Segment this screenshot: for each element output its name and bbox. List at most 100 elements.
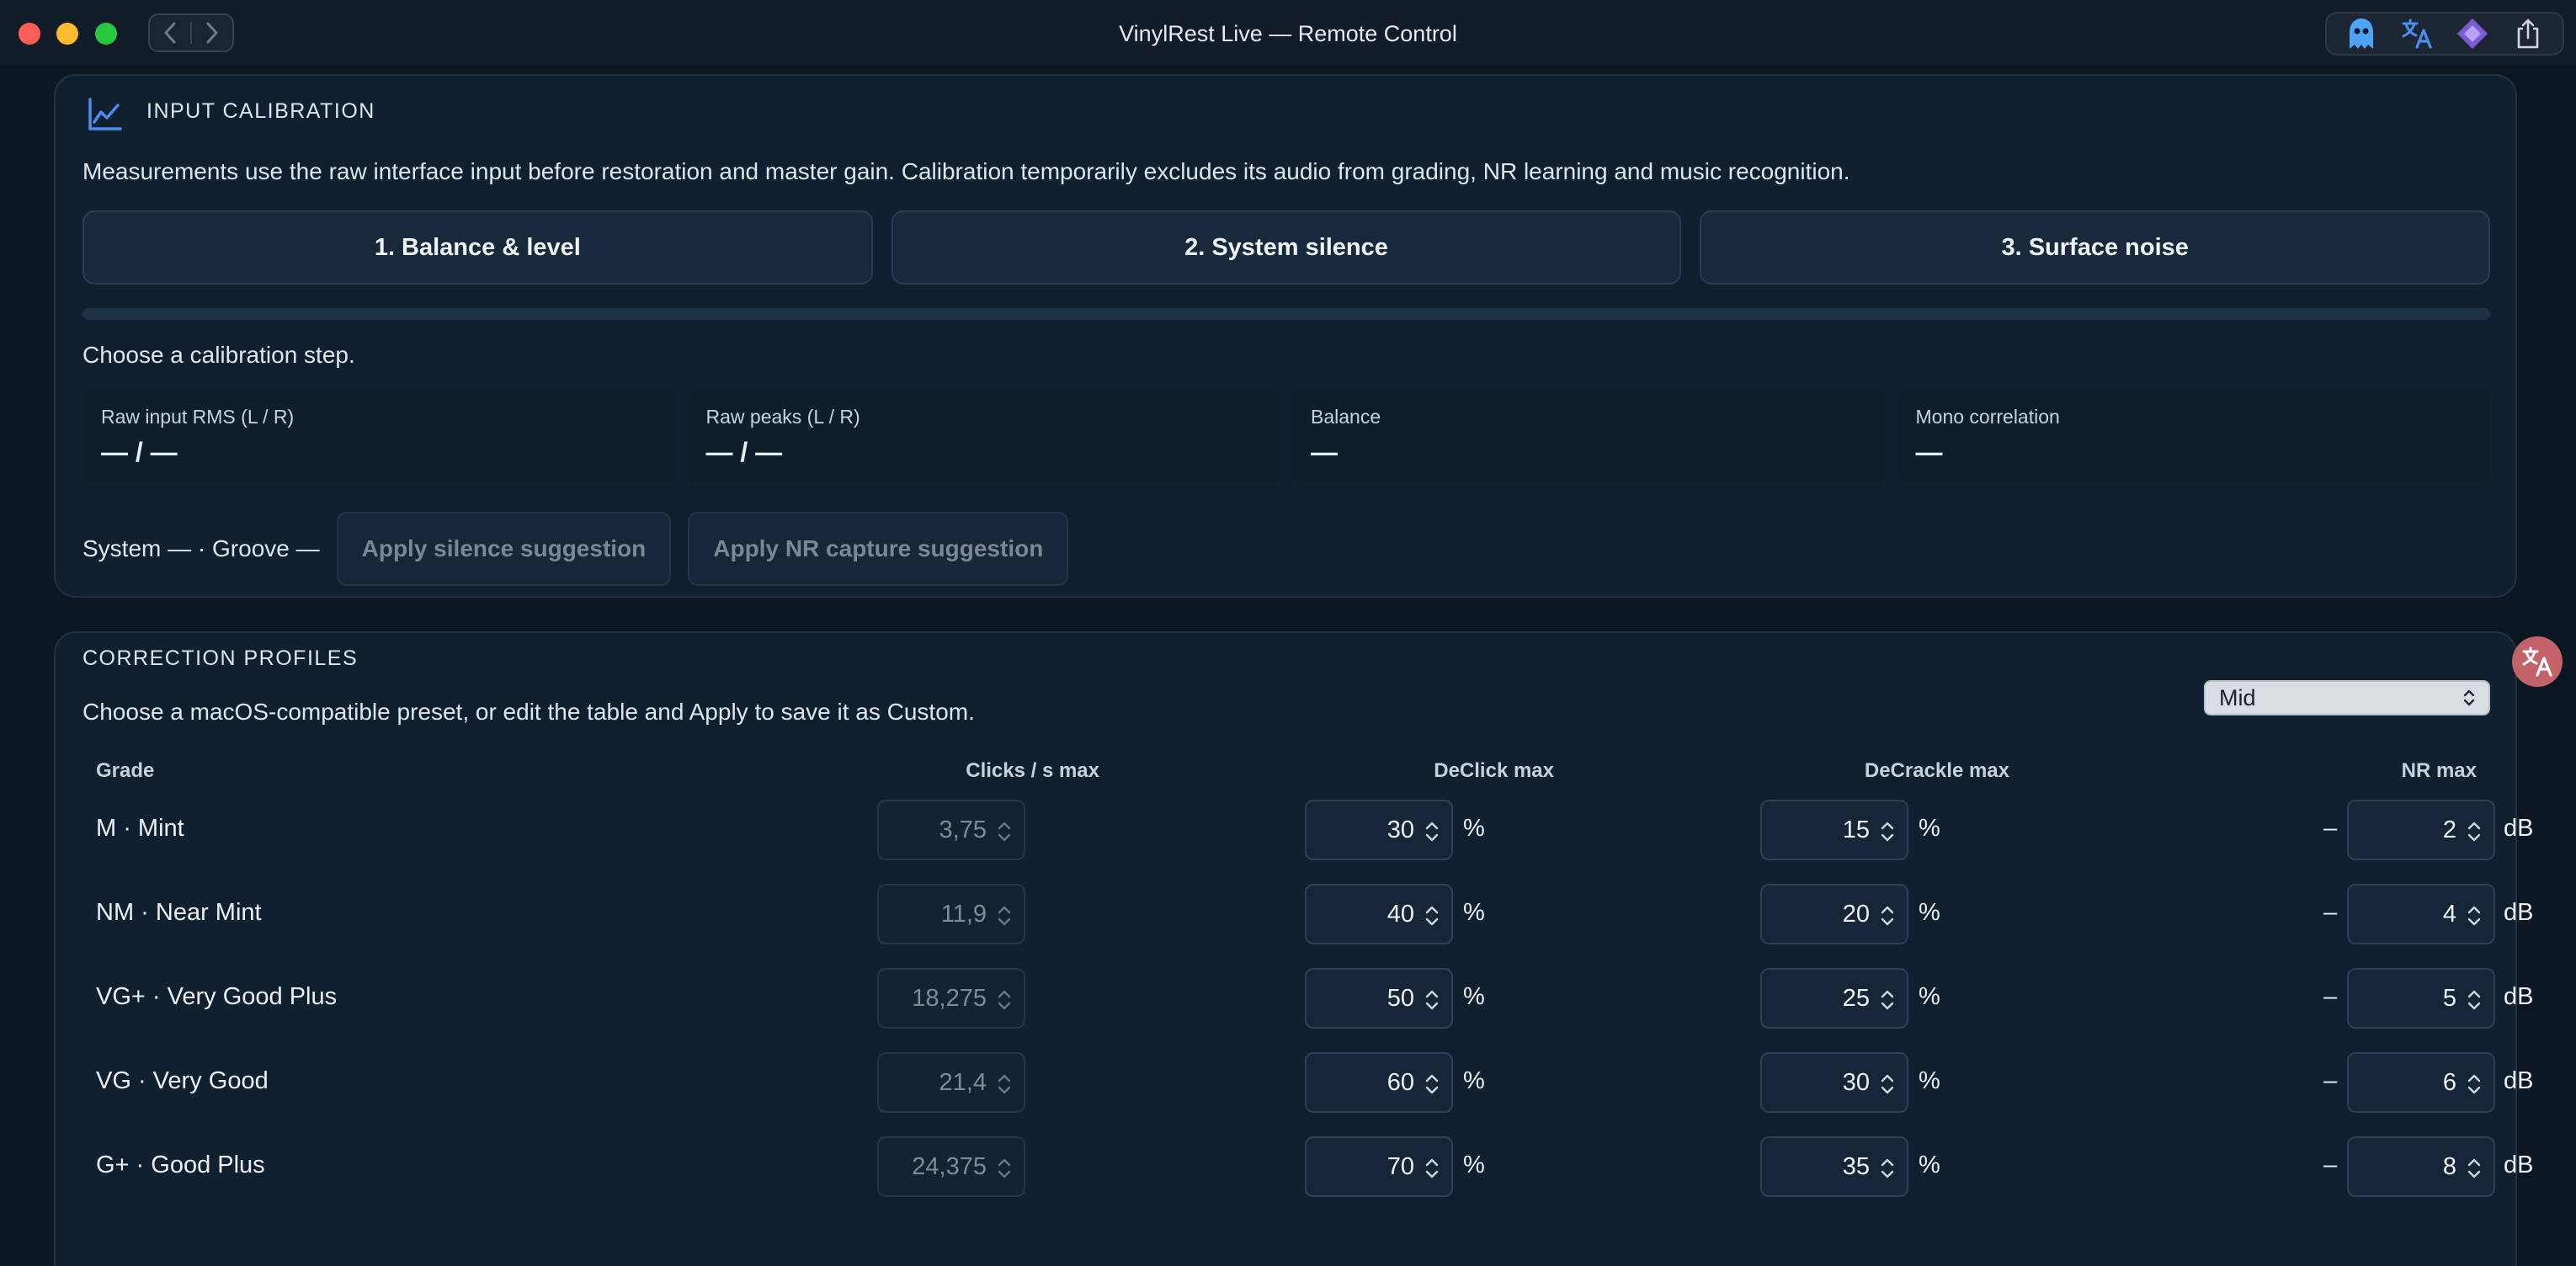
corrections-title: CORRECTION PROFILES [82, 646, 359, 670]
step-balance-level-button[interactable]: 1. Balance & level [82, 210, 873, 285]
declick-max-value: 40 [1386, 900, 1414, 928]
step-system-silence-button[interactable]: 2. System silence [891, 210, 1682, 285]
grade-label: M · Mint [96, 815, 184, 842]
meter-raw-rms: Raw input RMS (L / R) — / — [82, 389, 676, 483]
clicks-max-value: 11,9 [940, 900, 987, 928]
header-nr: NR max [2401, 759, 2477, 782]
ghost-extension-button[interactable] [2343, 15, 2380, 52]
header-grade: Grade [96, 759, 155, 782]
step-surface-noise-button[interactable]: 3. Surface noise [1700, 210, 2491, 285]
table-row: M · Mint 3,75 30 % 15 % – 2 dB [82, 800, 2533, 860]
clicks-max-stepper[interactable]: 24,375 [877, 1136, 1025, 1197]
declick-max-stepper[interactable]: 30 [1305, 800, 1453, 860]
db-unit: dB [2504, 1152, 2534, 1178]
decrackle-max-stepper[interactable]: 30 [1760, 1052, 1908, 1113]
percent-unit: % [1463, 815, 1485, 842]
nr-max-stepper[interactable]: 5 [2347, 968, 2495, 1029]
chevron-updown-icon [1881, 1158, 1894, 1178]
suggestion-row: System — · Groove — Apply silence sugges… [82, 512, 1069, 586]
declick-max-value: 50 [1386, 984, 1414, 1012]
chevron-updown-icon [2467, 906, 2481, 926]
translate-icon [2522, 646, 2552, 677]
header-decrackle: DeCrackle max [1864, 759, 2009, 782]
declick-max-stepper[interactable]: 70 [1305, 1136, 1453, 1197]
apply-nr-capture-suggestion-button[interactable]: Apply NR capture suggestion [688, 512, 1069, 586]
percent-unit: % [1919, 983, 1940, 1010]
decrackle-max-stepper[interactable]: 35 [1760, 1136, 1908, 1197]
nr-max-value: 5 [2442, 984, 2456, 1012]
db-unit: dB [2504, 983, 2534, 1010]
decrackle-max-stepper[interactable]: 20 [1760, 884, 1908, 944]
nr-max-value: 6 [2442, 1068, 2456, 1096]
nr-max-stepper[interactable]: 2 [2347, 800, 2495, 860]
header-clicks: Clicks / s max [966, 759, 1099, 782]
grade-label: VG+ · Very Good Plus [96, 983, 338, 1010]
db-unit: dB [2504, 899, 2534, 926]
nr-max-value: 8 [2442, 1152, 2456, 1180]
meter-balance: Balance — [1292, 389, 1886, 483]
chevron-updown-icon [998, 990, 1011, 1010]
chevron-updown-icon [2467, 822, 2481, 842]
header-declick: DeClick max [1434, 759, 1554, 782]
chevron-updown-icon [1881, 822, 1894, 842]
meter-label: Raw input RMS (L / R) [101, 406, 295, 428]
calibration-steps: 1. Balance & level 2. System silence 3. … [82, 210, 2491, 285]
percent-unit: % [1919, 815, 1940, 842]
preset-select[interactable]: Mid [2204, 680, 2490, 715]
share-button[interactable] [2509, 15, 2547, 52]
declick-max-value: 60 [1386, 1068, 1414, 1096]
meter-value: — [1915, 437, 1943, 467]
decrackle-max-value: 20 [1842, 900, 1870, 928]
percent-unit: % [1919, 1067, 1940, 1094]
chevron-updown-icon [1425, 1158, 1439, 1178]
minus-sign: – [2323, 983, 2338, 1010]
clicks-max-value: 3,75 [939, 816, 987, 843]
chevron-updown-icon [998, 1074, 1011, 1094]
meter-raw-peaks: Raw peaks (L / R) — / — [687, 389, 1280, 483]
declick-max-stepper[interactable]: 50 [1305, 968, 1453, 1029]
chevron-updown-icon [1881, 906, 1894, 926]
decrackle-max-stepper[interactable]: 15 [1760, 800, 1908, 860]
nr-max-stepper[interactable]: 8 [2347, 1136, 2495, 1197]
floating-translate-button[interactable] [2512, 636, 2563, 687]
minus-sign: – [2323, 1152, 2338, 1178]
input-calibration-panel: INPUT CALIBRATION Measurements use the r… [54, 74, 2517, 598]
translate-extension-button[interactable] [2398, 15, 2435, 52]
clicks-max-stepper[interactable]: 18,275 [877, 968, 1025, 1029]
grade-label: VG · Very Good [96, 1067, 269, 1094]
meter-value: — / — [101, 437, 178, 467]
clicks-max-stepper[interactable]: 21,4 [877, 1052, 1025, 1113]
nr-max-stepper[interactable]: 6 [2347, 1052, 2495, 1113]
clicks-max-stepper[interactable]: 3,75 [877, 800, 1025, 860]
ghost-extension-icon [2350, 19, 2373, 49]
percent-unit: % [1463, 899, 1485, 926]
chevron-updown-icon [998, 906, 1011, 926]
decrackle-max-stepper[interactable]: 25 [1760, 968, 1908, 1029]
meter-mono-correlation: Mono correlation — [1897, 389, 2490, 483]
declick-max-stepper[interactable]: 40 [1305, 884, 1453, 944]
translate-icon [2402, 19, 2432, 49]
corrections-description: Choose a macOS-compatible preset, or edi… [82, 699, 975, 725]
chevron-updown-icon [998, 822, 1011, 842]
chevron-updown-icon [998, 1158, 1011, 1178]
chevron-updown-icon [1425, 906, 1439, 926]
declick-max-stepper[interactable]: 60 [1305, 1052, 1453, 1113]
meter-label: Mono correlation [1915, 406, 2060, 428]
preset-selected-value: Mid [2219, 684, 2256, 710]
clicks-max-stepper[interactable]: 11,9 [877, 884, 1025, 944]
diamond-extension-icon [2457, 19, 2488, 49]
apply-silence-suggestion-button[interactable]: Apply silence suggestion [336, 512, 672, 586]
decrackle-max-value: 35 [1842, 1152, 1870, 1180]
grade-label: G+ · Good Plus [96, 1152, 265, 1178]
diamond-extension-button[interactable] [2454, 15, 2491, 52]
meter-label: Balance [1311, 406, 1381, 428]
correction-profiles-panel: CORRECTION PROFILES Choose a macOS-compa… [54, 631, 2533, 1266]
chevron-updown-icon [1881, 1074, 1894, 1094]
chevron-updown-icon [1425, 990, 1439, 1010]
chart-line-icon [88, 98, 122, 130]
nr-max-stepper[interactable]: 4 [2347, 884, 2495, 944]
nr-max-value: 2 [2442, 816, 2456, 843]
chevron-updown-icon [2467, 1158, 2481, 1178]
calibration-meters: Raw input RMS (L / R) — / — Raw peaks (L… [82, 389, 2490, 483]
decrackle-max-value: 25 [1842, 984, 1870, 1012]
